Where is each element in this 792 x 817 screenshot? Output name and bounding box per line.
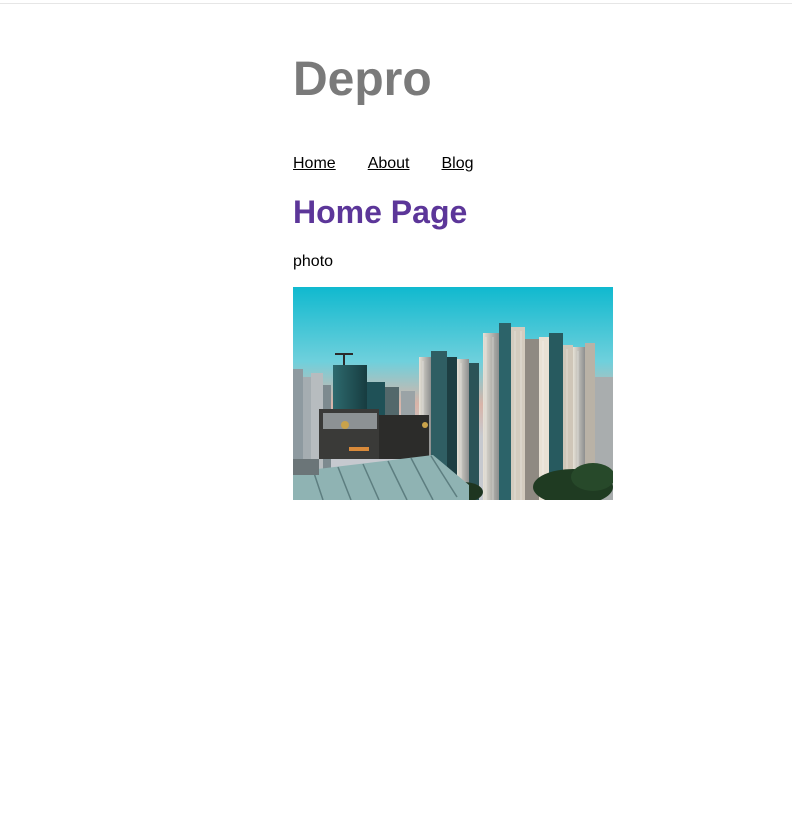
site-title: Depro bbox=[293, 53, 432, 106]
cityscape-photo bbox=[293, 287, 613, 500]
page-heading: Home Page bbox=[293, 194, 468, 230]
nav-link-home[interactable]: Home bbox=[293, 154, 336, 174]
nav-link-blog[interactable]: Blog bbox=[442, 154, 474, 174]
photo-caption: photo bbox=[293, 253, 334, 270]
main-nav: Home About Blog bbox=[293, 154, 506, 174]
nav-link-about[interactable]: About bbox=[368, 154, 410, 174]
top-divider bbox=[0, 3, 792, 4]
